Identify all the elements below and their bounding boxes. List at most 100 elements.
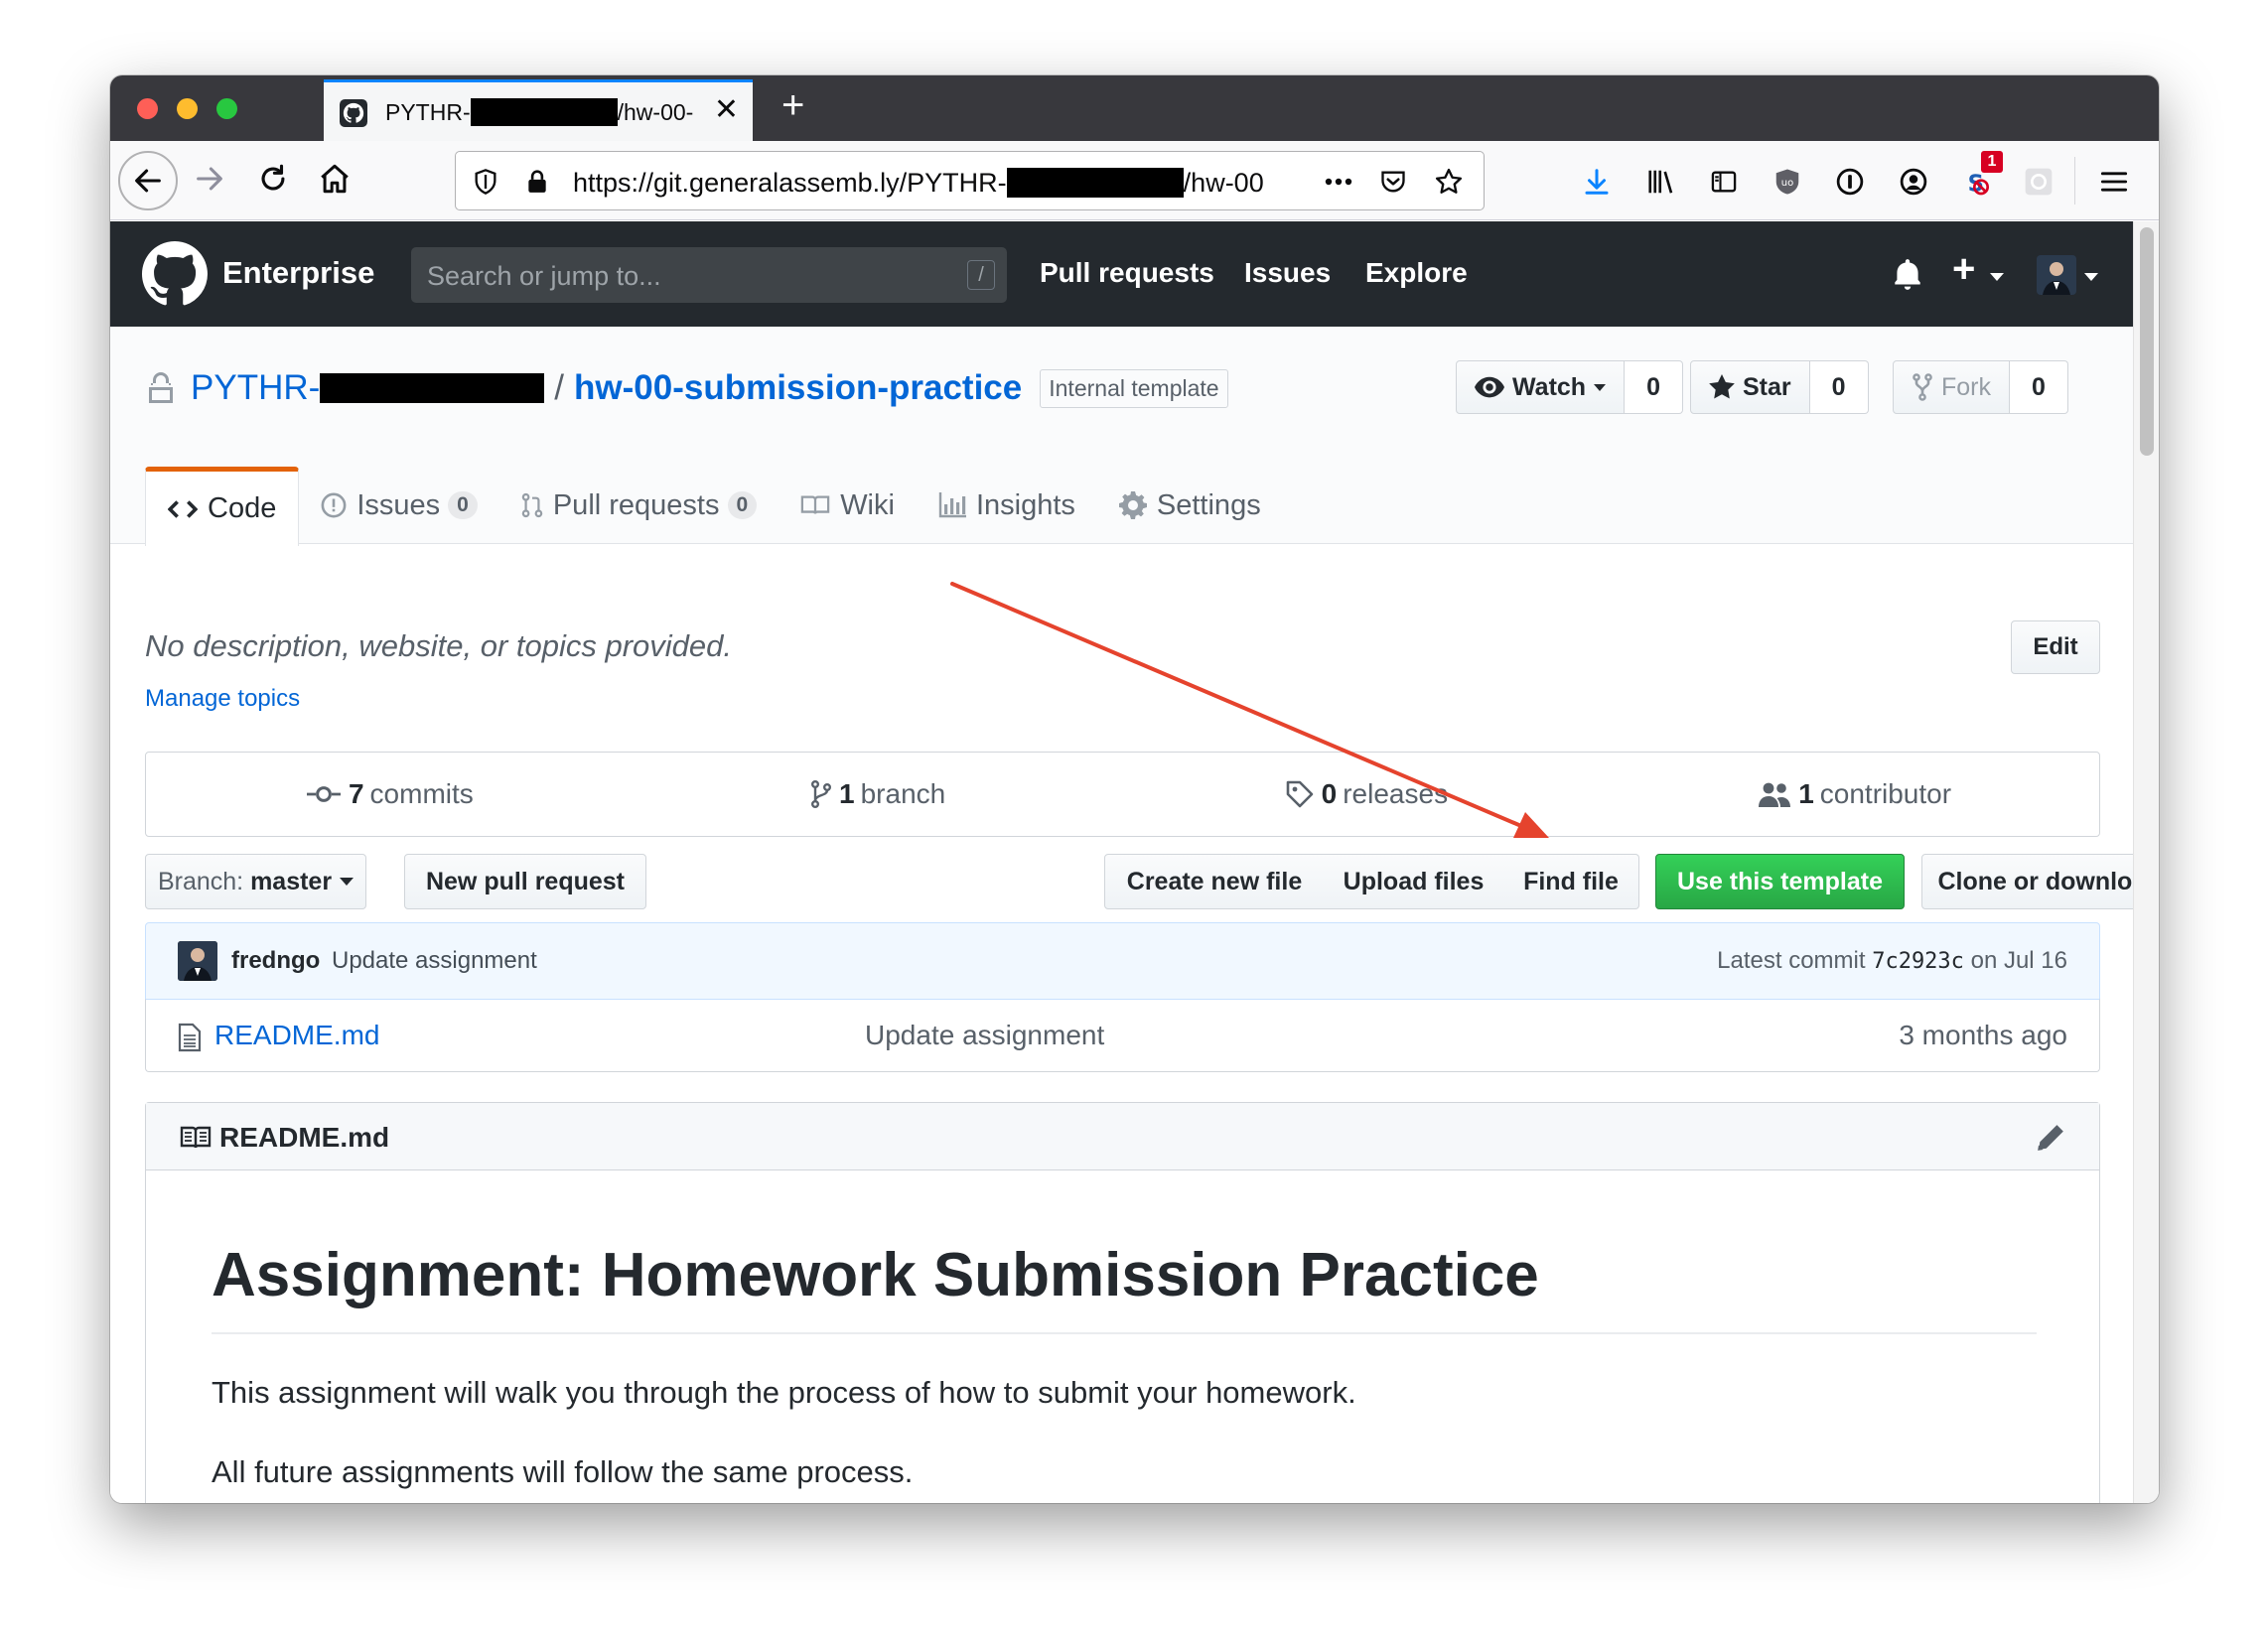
github-header: Enterprise Search or jump to... / Pull r… xyxy=(110,221,2133,327)
issue-opened-icon xyxy=(321,492,347,518)
branch-select-button[interactable]: Branch: master xyxy=(145,854,366,909)
page-actions-icon[interactable] xyxy=(1323,166,1354,198)
scrollbar-thumb[interactable] xyxy=(2140,227,2154,456)
branch-label: Branch: xyxy=(157,867,244,895)
tab-insights[interactable]: Insights xyxy=(917,467,1097,544)
pencil-edit-icon[interactable] xyxy=(2036,1123,2065,1153)
user-avatar[interactable] xyxy=(2037,255,2076,295)
forward-button[interactable] xyxy=(184,153,235,205)
create-new-file-button[interactable]: Create new file xyxy=(1104,854,1325,909)
branches-count: 1 xyxy=(839,778,855,809)
ublock-icon[interactable]: uo xyxy=(1769,163,1806,201)
reload-icon xyxy=(261,164,285,191)
upload-files-button[interactable]: Upload files xyxy=(1324,854,1504,909)
watch-button[interactable]: Watch xyxy=(1456,360,1626,414)
account-icon[interactable] xyxy=(1895,163,1932,201)
find-file-button[interactable]: Find file xyxy=(1503,854,1639,909)
new-pull-request-button[interactable]: New pull request xyxy=(404,854,646,909)
file-commit-message[interactable]: Update assignment xyxy=(865,1020,1104,1051)
tab-settings[interactable]: Settings xyxy=(1097,467,1283,544)
library-icon[interactable] xyxy=(1642,163,1680,201)
github-logo-icon[interactable] xyxy=(142,241,208,307)
edit-description-button[interactable]: Edit xyxy=(2011,620,2100,674)
tracking-shield-icon[interactable] xyxy=(470,166,501,198)
tab-title: PYTHR- /hw-00-s xyxy=(385,98,693,126)
pocket-icon[interactable] xyxy=(1377,166,1409,198)
people-icon xyxy=(1759,782,1791,807)
nav-explore[interactable]: Explore xyxy=(1365,257,1468,289)
reload-button[interactable] xyxy=(247,153,299,205)
releases-summary[interactable]: 0 releases xyxy=(1123,753,1612,836)
manage-topics-link[interactable]: Manage topics xyxy=(145,685,300,713)
onepassword-icon[interactable] xyxy=(1831,163,1869,201)
plus-caret-icon[interactable] xyxy=(1990,273,2004,281)
tab-issues[interactable]: Issues 0 xyxy=(299,467,499,544)
repo-owner-prefix: PYTHR- xyxy=(191,368,321,407)
fork-icon xyxy=(1913,373,1932,401)
contributors-summary[interactable]: 1 contributor xyxy=(1611,753,2099,836)
use-this-template-button[interactable]: Use this template xyxy=(1655,854,1905,909)
notifications-bell-icon[interactable] xyxy=(1891,257,1924,293)
extension-badge: 1 xyxy=(1981,151,2003,173)
nav-issues[interactable]: Issues xyxy=(1244,257,1331,289)
star-icon xyxy=(1709,374,1735,399)
page-scrollbar[interactable] xyxy=(2133,221,2159,1503)
commit-message[interactable]: Update assignment xyxy=(332,947,537,975)
redacted-block xyxy=(1006,168,1184,198)
downloads-icon[interactable] xyxy=(1578,163,1616,201)
tab-pull-requests[interactable]: Pull requests 0 xyxy=(499,467,779,544)
watch-count[interactable]: 0 xyxy=(1625,360,1683,414)
hamburger-menu-icon[interactable] xyxy=(2095,163,2133,201)
repo-owner-link[interactable]: PYTHR- xyxy=(191,368,545,408)
search-shortcut-key: / xyxy=(967,260,995,290)
url-bar[interactable]: https://git.generalassemb.ly/PYTHR- /hw-0… xyxy=(455,151,1485,210)
github-search-input[interactable]: Search or jump to... / xyxy=(411,247,1007,303)
book-icon xyxy=(800,495,830,514)
commits-summary[interactable]: 7 commits xyxy=(146,753,635,836)
avatar-caret-icon[interactable] xyxy=(2084,273,2098,281)
repo-path-separator: / xyxy=(554,368,565,407)
clone-or-download-button[interactable]: Clone or download xyxy=(1921,854,2133,909)
fork-button[interactable]: Fork xyxy=(1893,360,2010,414)
back-button[interactable] xyxy=(118,151,178,210)
extension-gray-icon[interactable] xyxy=(2020,163,2057,201)
star-count[interactable]: 0 xyxy=(1809,360,1869,414)
tab-insights-label: Insights xyxy=(975,488,1075,521)
releases-count: 0 xyxy=(1321,778,1338,809)
fork-group: Fork 0 xyxy=(1893,360,2068,414)
browser-tab[interactable]: PYTHR- /hw-00-s ✕ xyxy=(324,79,753,141)
commit-author-avatar[interactable] xyxy=(178,941,217,981)
internal-repo-lock-icon xyxy=(149,372,173,403)
close-tab-icon[interactable]: ✕ xyxy=(714,95,739,125)
branches-summary[interactable]: 1 branch xyxy=(635,753,1123,836)
file-name-link[interactable]: README.md xyxy=(214,1020,379,1051)
enterprise-brand[interactable]: Enterprise xyxy=(222,255,374,291)
nav-pull-requests[interactable]: Pull requests xyxy=(1040,257,1214,289)
latest-commit-prefix: Latest commit xyxy=(1717,947,1866,974)
arrow-right-icon xyxy=(197,167,222,191)
home-button[interactable] xyxy=(309,153,360,205)
watch-caret-icon xyxy=(1594,383,1607,391)
file-list: README.md Update assignment 3 months ago xyxy=(145,999,2100,1072)
commit-author[interactable]: fredngo xyxy=(231,947,320,975)
pull-request-icon xyxy=(521,492,543,518)
tab-code[interactable]: Code xyxy=(145,467,300,546)
close-window-button[interactable] xyxy=(137,98,158,119)
readme-title: README.md xyxy=(219,1122,390,1153)
sidebar-icon[interactable] xyxy=(1705,163,1743,201)
issues-counter: 0 xyxy=(448,491,478,519)
lock-icon[interactable] xyxy=(521,166,553,198)
new-tab-button[interactable]: + xyxy=(781,85,804,125)
repo-name-link[interactable]: hw-00-submission-practice xyxy=(574,368,1022,408)
releases-label: releases xyxy=(1343,778,1449,809)
github-favicon-icon xyxy=(340,99,367,127)
minimize-window-button[interactable] xyxy=(177,98,198,119)
star-button[interactable]: Star xyxy=(1690,360,1810,414)
fork-count[interactable]: 0 xyxy=(2010,360,2068,414)
tab-wiki[interactable]: Wiki xyxy=(779,467,917,544)
commit-sha[interactable]: 7c2923c xyxy=(1872,949,1964,974)
bookmark-star-icon[interactable] xyxy=(1433,166,1465,198)
repo-header: PYTHR- / hw-00-submission-practice Inter… xyxy=(110,327,2133,546)
create-new-plus-icon[interactable]: + xyxy=(1952,249,1975,289)
maximize-window-button[interactable] xyxy=(216,98,237,119)
